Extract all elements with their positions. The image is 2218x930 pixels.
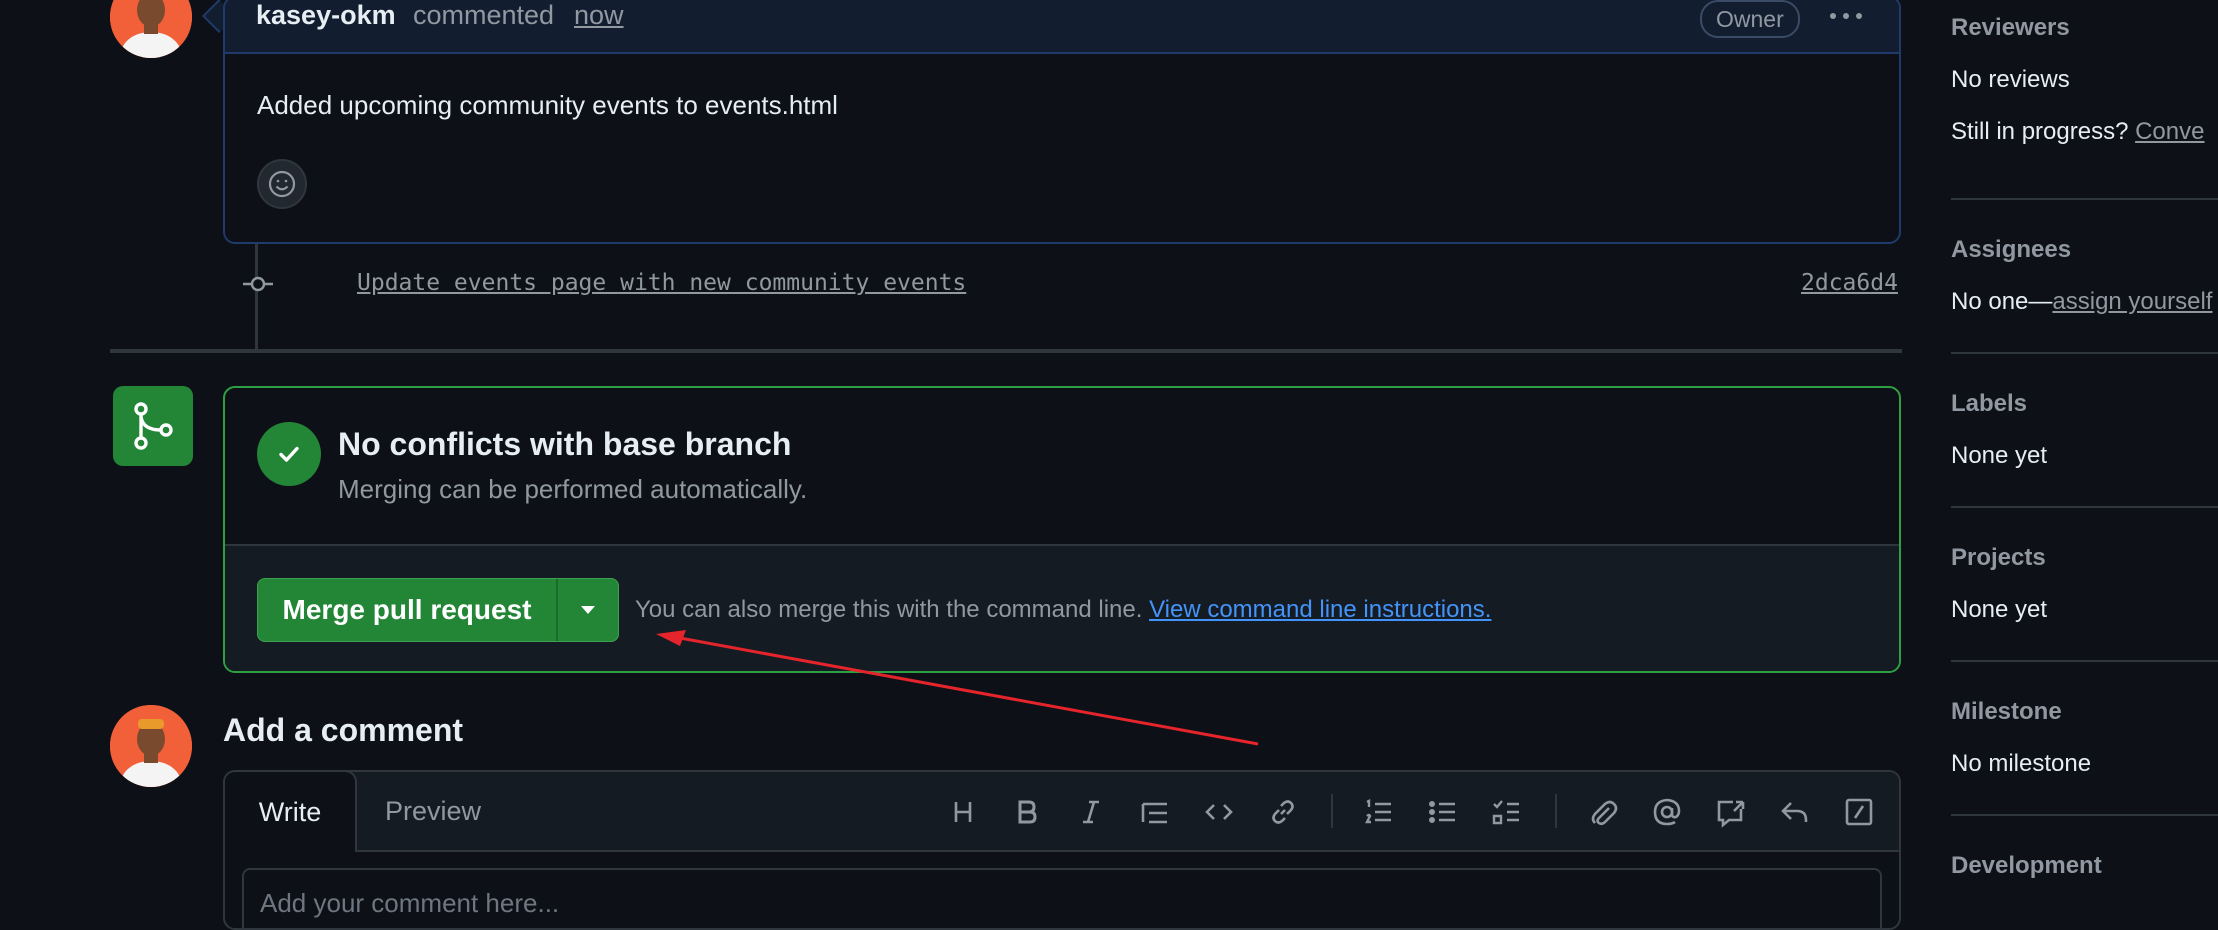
- tab-preview[interactable]: Preview: [385, 772, 481, 850]
- comment-timestamp[interactable]: now: [574, 0, 624, 31]
- sidebar-divider: [1951, 814, 2218, 816]
- command-line-instructions-link[interactable]: View command line instructions.: [1149, 596, 1491, 623]
- still-in-progress: Still in progress? Conve: [1951, 118, 2204, 146]
- numbered-list-icon[interactable]: [1359, 792, 1399, 832]
- commit-sha-link[interactable]: 2dca6d4: [1801, 270, 1898, 296]
- projects-value: None yet: [1951, 596, 2048, 623]
- sidebar-divider: [1951, 352, 2218, 354]
- saved-replies-icon[interactable]: [1775, 792, 1815, 832]
- sidebar-divider: [1951, 660, 2218, 662]
- current-user-avatar[interactable]: [110, 705, 192, 787]
- comment-placeholder: Add your comment here...: [260, 888, 560, 918]
- attach-icon[interactable]: [1583, 792, 1623, 832]
- check-icon: [257, 422, 321, 486]
- labels-value: None yet: [1951, 442, 2048, 469]
- toolbar-separator: [1555, 794, 1557, 828]
- commit-icon: [243, 276, 273, 292]
- assignees-value: No one—assign yourself: [1951, 288, 2212, 316]
- slash-commands-icon[interactable]: [1839, 792, 1879, 832]
- commit-message-link[interactable]: Update events page with new community ev…: [357, 270, 966, 296]
- owner-badge: Owner: [1700, 0, 1800, 38]
- merge-pull-request-button[interactable]: Merge pull request: [258, 579, 556, 641]
- merge-status: No conflicts with base branch Merging ca…: [225, 388, 1899, 546]
- merge-options-chevron-down-icon[interactable]: [558, 579, 618, 641]
- comment-body: Added upcoming community events to event…: [257, 90, 838, 120]
- reviewers-value: No reviews: [1951, 66, 2070, 93]
- task-list-icon[interactable]: [1487, 792, 1527, 832]
- toolbar-separator: [1331, 794, 1333, 828]
- comment-action: commented: [413, 0, 555, 30]
- merge-hint: You can also merge this with the command…: [635, 596, 1491, 624]
- add-comment-title: Add a comment: [223, 712, 464, 748]
- merge-button-group: Merge pull request: [257, 578, 619, 642]
- timeline-rail-top: [255, 244, 258, 350]
- tab-write[interactable]: Write: [225, 772, 357, 852]
- reference-icon[interactable]: [1711, 792, 1751, 832]
- bulleted-list-icon[interactable]: [1423, 792, 1463, 832]
- link-icon[interactable]: [1263, 792, 1303, 832]
- milestone-heading[interactable]: Milestone: [1951, 698, 2062, 726]
- merge-hint-text: You can also merge this with the command…: [635, 596, 1143, 623]
- heading-icon[interactable]: [943, 792, 983, 832]
- author-avatar[interactable]: [110, 0, 192, 58]
- development-heading[interactable]: Development: [1951, 852, 2102, 880]
- assign-yourself-link[interactable]: assign yourself: [2052, 288, 2212, 315]
- comment-author[interactable]: kasey-okm: [256, 0, 396, 31]
- merge-status-subtitle: Merging can be performed automatically.: [338, 474, 808, 504]
- labels-heading[interactable]: Labels: [1951, 390, 2027, 418]
- merge-status-title: No conflicts with base branch: [338, 426, 792, 462]
- comment-textarea[interactable]: Add your comment here...: [242, 868, 1882, 928]
- reviewers-heading[interactable]: Reviewers: [1951, 14, 2070, 42]
- timeline-divider: [110, 349, 1902, 353]
- assignees-heading[interactable]: Assignees: [1951, 236, 2071, 264]
- merge-box: No conflicts with base branch Merging ca…: [223, 386, 1901, 673]
- mention-icon[interactable]: [1647, 792, 1687, 832]
- still-in-progress-text: Still in progress?: [1951, 118, 2129, 145]
- comment-options-icon[interactable]: [1822, 2, 1870, 30]
- comment-editor: Write Preview Add your comment here...: [223, 770, 1901, 930]
- assignees-empty-text: No one—: [1951, 288, 2053, 315]
- sidebar-divider: [1951, 198, 2218, 200]
- comment-card: [223, 0, 1901, 244]
- italic-icon[interactable]: [1071, 792, 1111, 832]
- add-reaction-icon[interactable]: [257, 159, 307, 209]
- convert-to-draft-link[interactable]: Conve: [2135, 118, 2204, 145]
- merge-branch-icon: [113, 386, 193, 466]
- bold-icon[interactable]: [1007, 792, 1047, 832]
- sidebar-divider: [1951, 506, 2218, 508]
- code-icon[interactable]: [1199, 792, 1239, 832]
- milestone-value: No milestone: [1951, 750, 2092, 777]
- projects-heading[interactable]: Projects: [1951, 544, 2046, 572]
- quote-icon[interactable]: [1135, 792, 1175, 832]
